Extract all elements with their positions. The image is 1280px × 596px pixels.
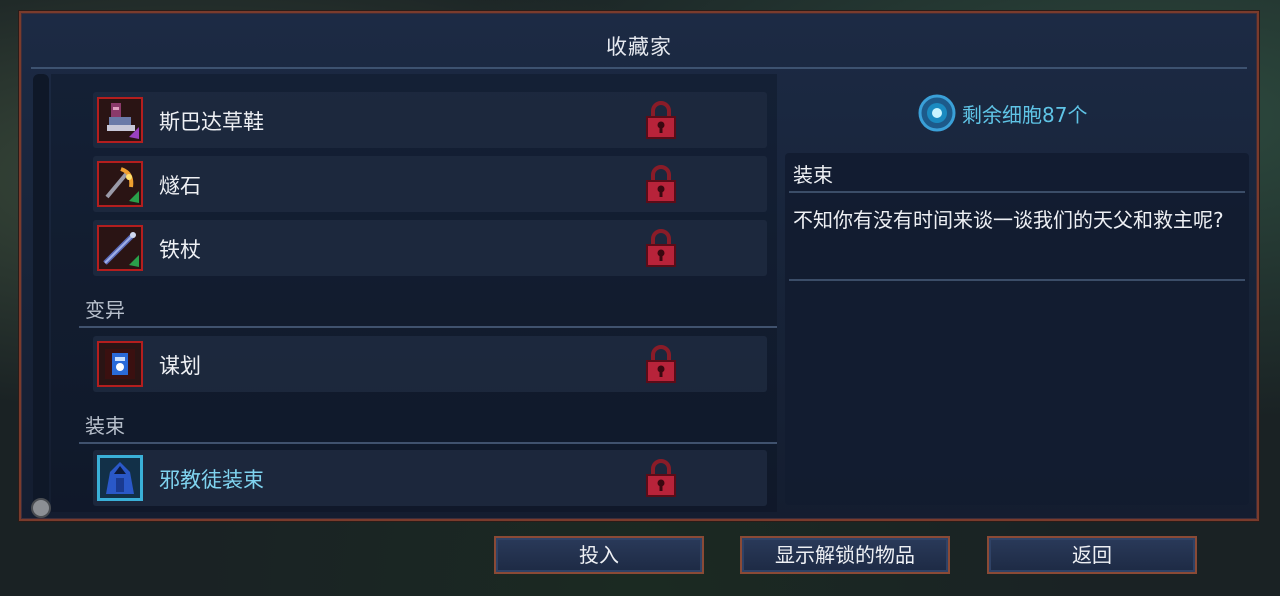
info-description: 不知你有没有时间来谈一谈我们的天父和救主呢? [793,208,1224,232]
scheme-icon [97,341,143,387]
info-divider [789,279,1245,281]
item-label: 谋划 [159,354,201,378]
window-title: 收藏家 [606,35,672,59]
item-label: 燧石 [159,174,201,198]
list-item-iron-staff[interactable]: 铁杖 [93,220,767,276]
list-item-scheme[interactable]: 谋划 [93,336,767,392]
section-divider [79,326,777,328]
section-divider [79,442,777,444]
lock-icon [646,229,676,267]
section-header-outfit: 装束 [85,414,125,438]
lock-icon [646,459,676,497]
sandal-icon [97,97,143,143]
item-label: 斯巴达草鞋 [159,110,264,134]
back-button[interactable]: 返回 [987,536,1197,574]
list-item-spartan-sandals[interactable]: 斯巴达草鞋 [93,92,767,148]
info-title: 装束 [793,163,833,187]
cells-counter: 剩余细胞87个 [918,93,1087,133]
collector-panel: 收藏家 斯巴达草鞋 燧石 铁杖 变异 谋划 装束 邪教徒装束 剩余细胞87个 装… [18,10,1260,522]
scrollbar-track[interactable] [33,74,49,512]
cell-icon [918,94,956,132]
item-label: 铁杖 [159,238,201,262]
item-label: 邪教徒装束 [159,468,264,492]
invest-button[interactable]: 投入 [494,536,704,574]
list-item-flint[interactable]: 燧石 [93,156,767,212]
scrollbar-thumb[interactable] [31,498,51,518]
info-divider [789,191,1245,193]
lock-icon [646,101,676,139]
title-divider [31,67,1247,69]
iron-staff-icon [97,225,143,271]
list-item-cultist-outfit[interactable]: 邪教徒装束 [93,450,767,506]
lock-icon [646,165,676,203]
lock-icon [646,345,676,383]
flint-icon [97,161,143,207]
cultist-outfit-icon [97,455,143,501]
item-info-panel: 装束 不知你有没有时间来谈一谈我们的天父和救主呢? [785,153,1249,505]
show-unlocked-button[interactable]: 显示解锁的物品 [740,536,950,574]
section-header-mutation: 变异 [85,298,125,322]
cells-remaining-text: 剩余细胞87个 [962,102,1088,127]
